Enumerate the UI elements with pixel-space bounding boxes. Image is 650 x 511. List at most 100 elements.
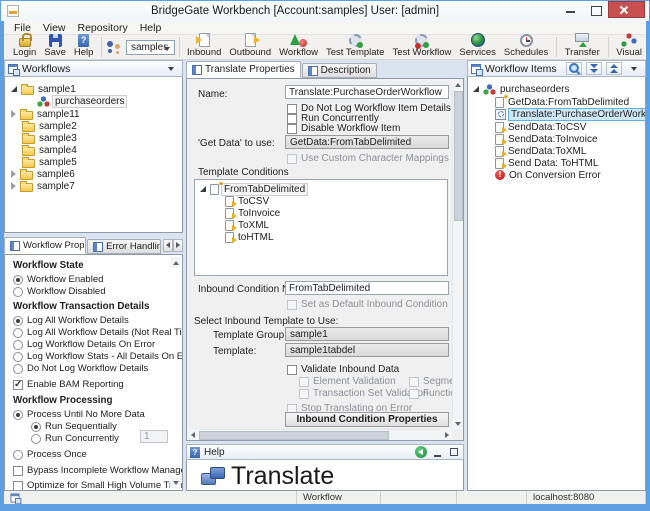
checkbox-validate-inbound[interactable]: Validate Inbound Data [287,364,399,375]
close-button[interactable] [608,1,645,18]
tree-item-purchaseorders[interactable]: purchaseorders [473,83,569,95]
tree-item-getdata[interactable]: GetData:FromTabDelimited [495,93,629,108]
services-button[interactable]: Services [455,33,499,59]
radio-process-once[interactable]: Process Once [13,449,87,460]
tree-item-senddata-tocsv[interactable]: SendData:ToCSV [495,121,586,133]
tab-scroll-left-button[interactable] [163,238,173,252]
test-workflow-button[interactable]: Test Workflow [388,34,455,59]
tree-item-tohtml[interactable]: toHTML [195,231,447,243]
expand-all-button[interactable] [586,62,602,75]
radio-log-on-error[interactable]: Log Workflow Details On Error [13,339,155,350]
tree-item-toxml[interactable]: ToXML [195,219,447,231]
help-maximize-button[interactable] [447,446,460,459]
tab-error-handling[interactable]: Error Handling Pr [87,239,161,254]
radio-no-log[interactable]: Do Not Log Workflow Details [13,363,148,374]
tab-translate-properties[interactable]: Translate Properties [186,61,301,78]
workflow-button[interactable]: Workflow [275,33,322,59]
radio-run-concurrently[interactable]: Run Concurrently [31,433,119,444]
scroll-down-button[interactable] [170,477,181,488]
collapse-all-button[interactable] [606,62,622,75]
tree-item-sample6[interactable]: sample6 [11,168,75,180]
senddata-doc-icon [495,133,507,145]
tab-icon [93,241,104,252]
login-button[interactable]: Login [9,33,40,59]
senddata-doc-icon [225,219,237,231]
checkbox-bypass-incomplete[interactable]: Bypass Incomplete Workflow Manager [13,465,182,476]
menu-help[interactable]: Help [134,22,168,34]
menu-view[interactable]: View [37,22,72,34]
inbound-button[interactable]: Inbound [183,33,225,59]
tab-description[interactable]: Description [301,63,377,78]
tree-item-sample1[interactable]: sample1 [11,83,76,95]
name-input[interactable]: Translate:PurchaseOrderWorkflow [285,85,449,99]
scroll-right-button[interactable] [441,429,452,440]
scrollbar-thumb[interactable] [454,91,463,221]
tree-item-translate[interactable]: Translate:PurchaseOrderWorkflow [495,107,645,121]
scroll-up-button[interactable] [170,257,181,268]
vertical-scrollbar[interactable] [452,79,463,429]
help-button[interactable]: Help [70,34,98,59]
workflow-item-icon [37,95,50,107]
radio-log-all[interactable]: Log All Workflow Details [13,315,129,326]
back-icon[interactable] [415,446,427,458]
radio-process-until[interactable]: Process Until No More Data [13,409,145,420]
tree-item-sample3[interactable]: sample3 [22,132,77,144]
tree-item-sample4[interactable]: sample4 [22,144,77,156]
tree-item-senddata-toinvoice[interactable]: SendData:ToInvoice [495,133,598,145]
inbound-condition-name-input[interactable]: FromTabDelimited [285,281,449,295]
tree-item-on-conversion-error[interactable]: On Conversion Error [495,169,601,181]
radio-run-sequentially[interactable]: Run Sequentially [31,421,117,432]
tree-item-sample7[interactable]: sample7 [11,180,75,192]
schedules-button[interactable]: Schedules [500,34,552,59]
option-label: Run Sequentially [45,421,117,432]
test-template-button[interactable]: Test Template [322,34,388,59]
menu-repository[interactable]: Repository [72,22,134,34]
getdata-select[interactable]: GetData:FromTabDelimited [285,135,449,149]
panel-menu-button[interactable] [163,62,179,75]
scrollbar-thumb[interactable] [199,431,389,440]
visual-button[interactable]: Visual [612,33,646,59]
workflows-tree: sample1 purchaseorders sample11 sample2 [4,77,183,233]
panel-menu-button[interactable] [626,62,642,75]
radio-workflow-disabled[interactable]: Workflow Disabled [13,286,106,297]
select-template-label: Select Inbound Template to Use: [194,316,339,327]
tree-item-sample11[interactable]: sample11 [11,108,80,120]
tree-item-toinvoice[interactable]: ToInvoice [195,207,447,219]
radio-log-stats[interactable]: Log Workflow Stats - All Details On Erro… [13,351,182,362]
search-button[interactable] [566,62,582,75]
inbound-condition-properties-button[interactable]: Inbound Condition Properties [285,412,449,427]
tree-item-sample2[interactable]: sample2 [22,120,77,132]
radio-log-all-not-realtime[interactable]: Log All Workflow Details (Not Real Time) [13,327,182,338]
scroll-left-button[interactable] [187,429,198,440]
checkbox-disable-item[interactable]: Disable Workflow Item [287,123,400,134]
folder-icon [21,83,34,95]
radio-icon [13,286,23,297]
tree-item-senddata-tohtml[interactable]: Send Data: ToHTML [495,157,598,169]
transfer-button[interactable]: Transfer [561,33,604,59]
tree-item-senddata-toxml[interactable]: SendData:ToXML [495,145,586,157]
tree-item-tocsv[interactable]: ToCSV [195,195,447,207]
help-minimize-button[interactable] [431,446,443,459]
radio-workflow-enabled[interactable]: Workflow Enabled [13,274,103,285]
maximize-button[interactable] [583,1,608,18]
help-heading: Translate [231,462,335,490]
checkbox-optimize-small[interactable]: Optimize for Small High Volume Transacti… [13,480,182,490]
template-select[interactable]: sample1tabdel [285,343,449,357]
tree-item-purchaseorders[interactable]: purchaseorders [37,94,128,108]
tree-item-sample5[interactable]: sample5 [22,156,77,168]
scroll-down-button[interactable] [452,418,463,429]
tab-workflow-properties[interactable]: Workflow Properties [4,237,87,254]
workflow-shapes-icon [290,33,308,47]
tab-scroll-right-button[interactable] [173,238,183,252]
checkbox-bam-reporting[interactable]: Enable BAM Reporting [13,379,124,390]
template-group-select[interactable]: sample1 [285,327,449,341]
horizontal-scrollbar[interactable] [187,429,452,440]
scroll-up-button[interactable] [452,79,463,90]
save-button[interactable]: Save [40,34,70,59]
account-select[interactable]: samples [125,39,175,55]
folder-icon [20,168,33,180]
status-icon [10,493,22,504]
minimize-button[interactable] [558,1,583,18]
outbound-button[interactable]: Outbound [225,33,275,59]
tree-item-fromtabdelimited[interactable]: FromTabDelimited [195,180,447,196]
